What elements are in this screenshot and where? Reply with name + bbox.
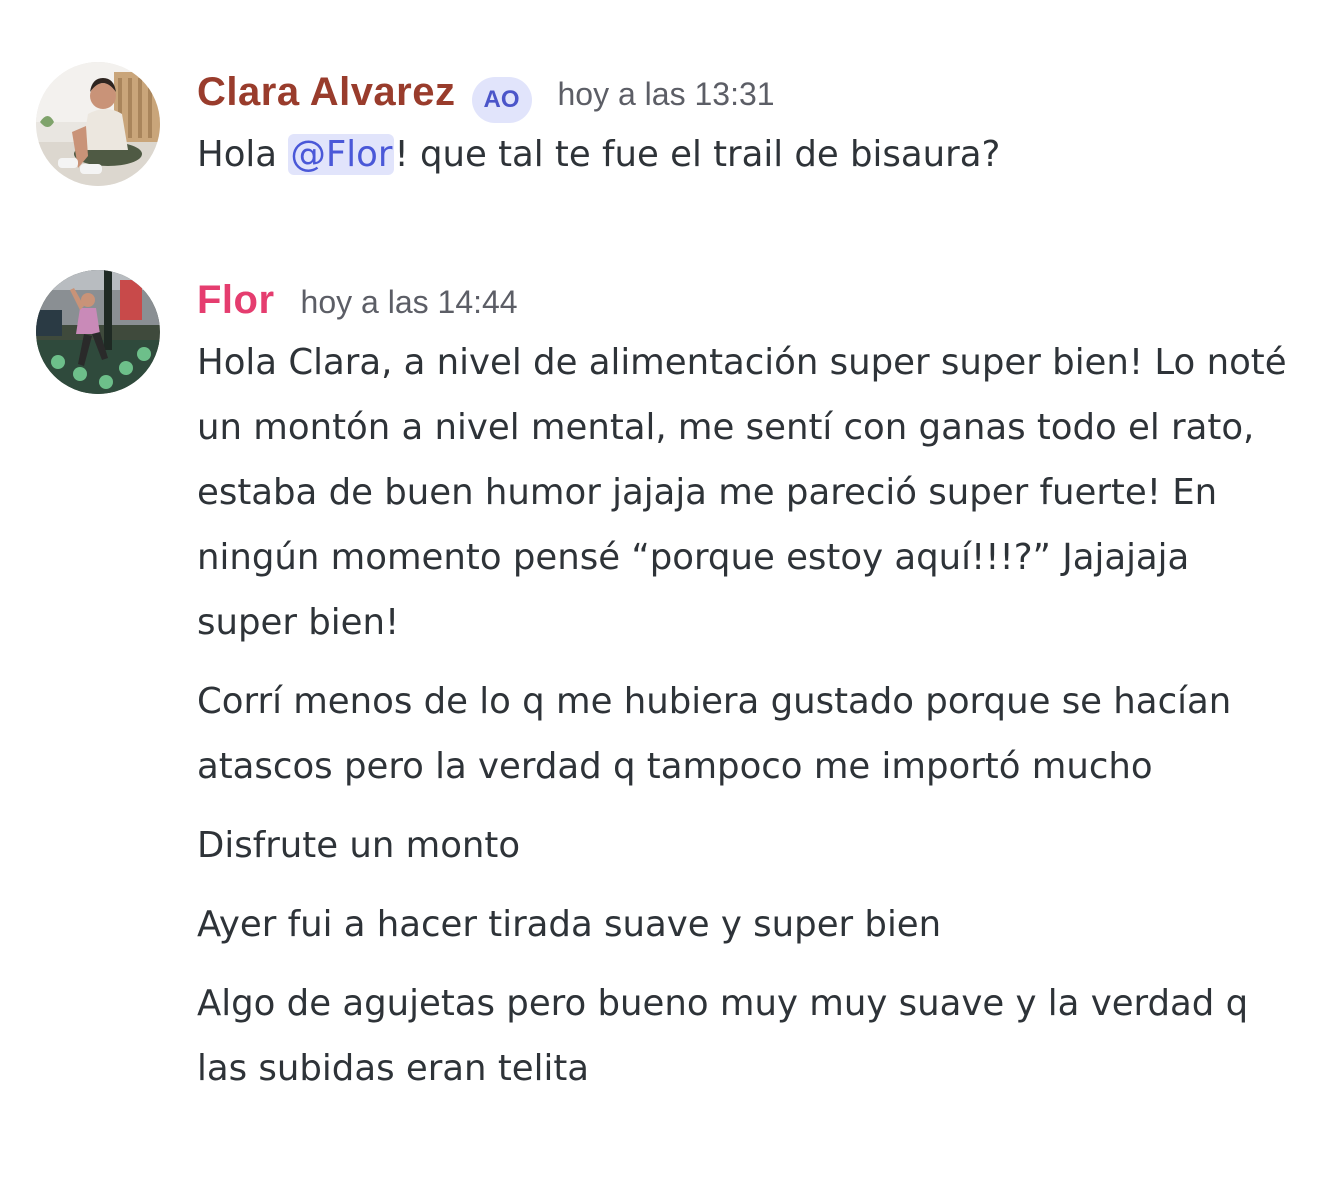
server-tag-badge[interactable]: AO (471, 77, 532, 123)
message-text-before: Hola (197, 134, 289, 175)
author-name[interactable]: Clara Alvarez (197, 62, 456, 122)
timestamp: hoy a las 14:44 (300, 284, 518, 320)
message-text: Hola @Flor! que tal te fue el trail de b… (197, 122, 1300, 187)
message-paragraph: Hola Clara, a nivel de alimentación supe… (197, 342, 1287, 643)
message-paragraph: Corrí menos de lo q me hubiera gustado p… (197, 681, 1232, 787)
timestamp: hoy a las 13:31 (557, 76, 775, 112)
avatar-flor[interactable] (36, 270, 160, 394)
avatar-flor-image (36, 270, 160, 394)
user-mention[interactable]: @Flor (288, 134, 395, 175)
message-header: Clara Alvarez AO hoy a las 13:31 (197, 62, 1300, 123)
avatar-clara[interactable] (36, 62, 160, 186)
message-header: Flor hoy a las 14:44 (197, 270, 1300, 330)
message-paragraph: Disfrute un monto (197, 825, 521, 866)
author-name[interactable]: Flor (197, 270, 275, 330)
avatar-clara-image (36, 62, 160, 186)
message-body: Hola Clara, a nivel de alimentación supe… (197, 330, 1300, 1101)
message-paragraph: Algo de agujetas pero bueno muy muy suav… (197, 983, 1249, 1089)
message-paragraph: Ayer fui a hacer tirada suave y super bi… (197, 904, 942, 945)
message-text-after: ! que tal te fue el trail de bisaura? (394, 134, 1001, 175)
